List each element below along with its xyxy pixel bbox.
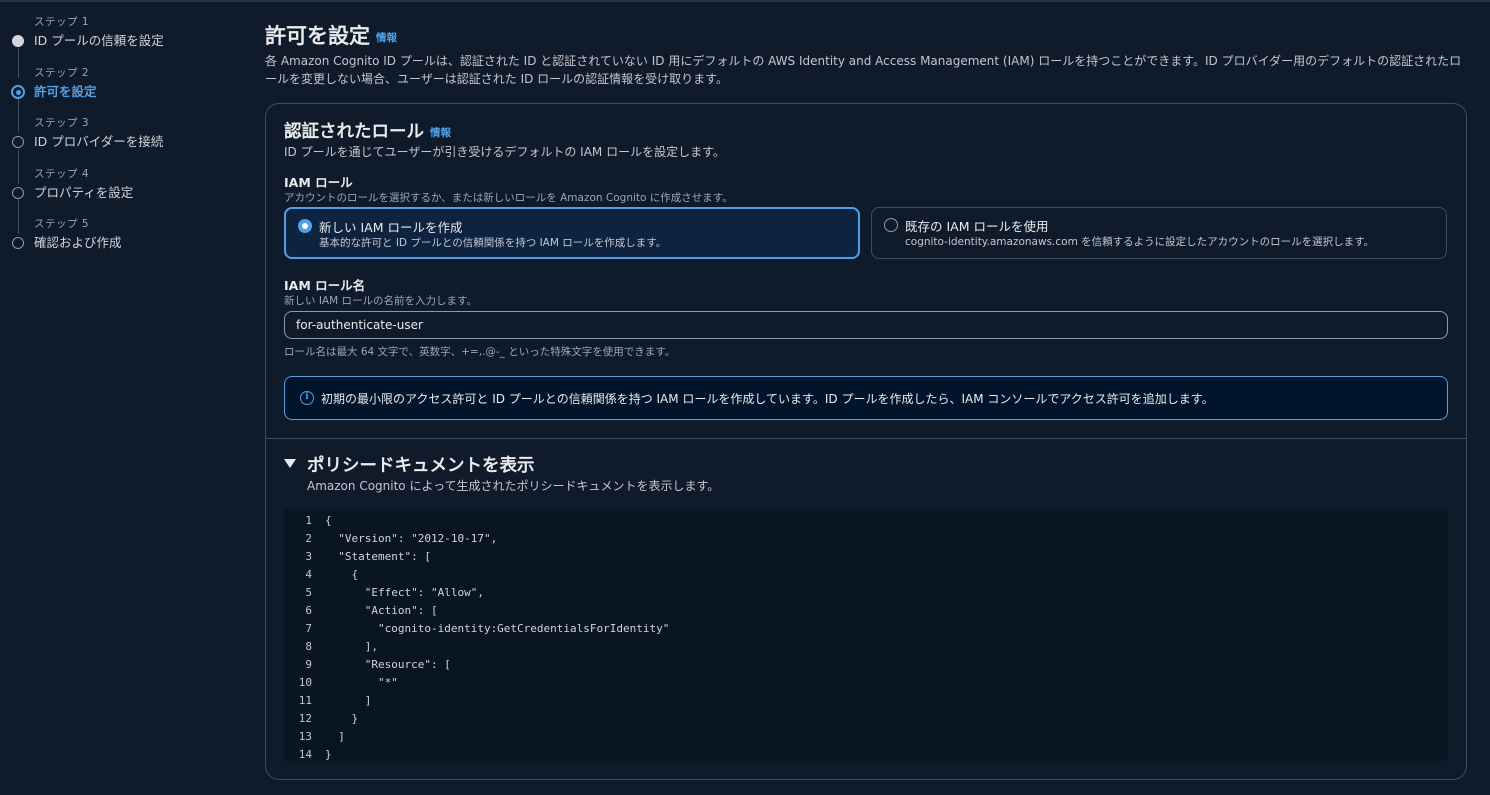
code-line: 10 "*"	[284, 674, 1448, 692]
iam-role-label: IAM ロール	[284, 175, 353, 190]
code-line: 14}	[284, 746, 1448, 764]
iam-role-description: アカウントのロールを選択するか、または新しいロールを Amazon Cognit…	[284, 192, 733, 204]
step-label: ステップ 3	[34, 117, 90, 129]
radio-selected-icon[interactable]	[298, 219, 312, 233]
code-line: 8 ],	[284, 638, 1448, 656]
caret-down-icon[interactable]	[284, 459, 296, 468]
line-content: "Action": [	[325, 604, 438, 617]
step-title: ID プロバイダーを接続	[34, 134, 164, 149]
code-line: 12 }	[284, 710, 1448, 728]
use-existing-role-option[interactable]: 既存の IAM ロールを使用 cognito-identity.amazonaw…	[871, 207, 1447, 259]
line-content: "Effect": "Allow",	[325, 586, 484, 599]
option-description: cognito-identity.amazonaws.com を信頼するように設…	[905, 236, 1375, 248]
code-line: 4 {	[284, 566, 1448, 584]
line-number: 1	[305, 514, 312, 527]
step-label: ステップ 4	[34, 168, 90, 180]
step-4: ステップ 4 プロパティを設定	[0, 166, 240, 216]
step-title: 許可を設定	[34, 84, 97, 99]
line-number: 9	[305, 658, 312, 671]
step-pending-icon	[12, 187, 24, 199]
line-number: 7	[305, 622, 312, 635]
code-line: 3 "Statement": [	[284, 548, 1448, 566]
option-title: 既存の IAM ロールを使用	[905, 219, 1049, 234]
code-line: 7 "cognito-identity:GetCredentialsForIde…	[284, 620, 1448, 638]
section-divider	[266, 438, 1466, 439]
line-content: ]	[325, 694, 372, 707]
step-label: ステップ 2	[34, 67, 90, 79]
line-content: {	[325, 514, 332, 527]
info-icon: i	[300, 391, 314, 405]
policy-code-viewer: 1{ 2 "Version": "2012-10-17", 3 "Stateme…	[284, 509, 1448, 761]
create-new-role-option[interactable]: 新しい IAM ロールを作成 基本的な許可と ID プールとの信頼関係を持つ I…	[284, 207, 860, 259]
page-title: 許可を設定 情報	[265, 20, 397, 50]
authenticated-role-panel: 認証されたロール 情報 ID プールを通じてユーザーが引き受けるデフォルトの IA…	[265, 103, 1467, 780]
step-label: ステップ 1	[34, 16, 90, 28]
info-link[interactable]: 情報	[376, 32, 397, 44]
line-content: "cognito-identity:GetCredentialsForIdent…	[325, 622, 670, 635]
line-content: }	[325, 748, 332, 761]
wizard-steps: ステップ 1 ID プールの信頼を設定 ステップ 2 許可を設定 ステップ 3 …	[0, 0, 240, 795]
line-content: ],	[325, 640, 378, 653]
main-content: 許可を設定 情報 各 Amazon Cognito ID プールは、認証された I…	[265, 0, 1467, 795]
option-title: 新しい IAM ロールを作成	[319, 220, 463, 235]
step-label: ステップ 5	[34, 218, 90, 230]
code-line: 9 "Resource": [	[284, 656, 1448, 674]
expander-title[interactable]: ポリシードキュメントを表示	[307, 452, 535, 477]
role-name-constraint: ロール名は最大 64 文字で、英数字、+=,.@-_ といった特殊文字を使用でき…	[284, 346, 676, 358]
step-2: ステップ 2 許可を設定	[0, 65, 240, 115]
line-number: 10	[298, 676, 312, 689]
line-content: {	[325, 568, 359, 581]
alert-text: 初期の最小限のアクセス許可と ID プールとの信頼関係を持つ IAM ロールを作…	[321, 392, 1214, 406]
page-description: 各 Amazon Cognito ID プールは、認証された ID と認証されて…	[265, 54, 1462, 86]
step-5: ステップ 5 確認および作成	[0, 216, 240, 266]
section-description: ID プールを通じてユーザーが引き受けるデフォルトの IAM ロールを設定します…	[284, 145, 725, 159]
line-number: 3	[305, 550, 312, 563]
code-line: 6 "Action": [	[284, 602, 1448, 620]
info-link[interactable]: 情報	[430, 127, 451, 139]
info-alert: i 初期の最小限のアクセス許可と ID プールとの信頼関係を持つ IAM ロール…	[284, 376, 1448, 420]
step-3: ステップ 3 ID プロバイダーを接続	[0, 115, 240, 165]
code-line: 11 ]	[284, 692, 1448, 710]
line-content: "*"	[325, 676, 398, 689]
code-line: 5 "Effect": "Allow",	[284, 584, 1448, 602]
line-number: 2	[305, 532, 312, 545]
step-pending-icon	[12, 136, 24, 148]
line-content: "Statement": [	[325, 550, 431, 563]
section-title-text: 認証されたロール	[284, 122, 424, 142]
role-name-label: IAM ロール名	[284, 278, 366, 293]
line-number: 12	[298, 712, 312, 725]
code-line: 13 ]	[284, 728, 1448, 746]
section-title: 認証されたロール 情報	[284, 118, 451, 143]
expander-description: Amazon Cognito によって生成されたポリシードキュメントを表示します…	[307, 479, 720, 493]
page-title-text: 許可を設定	[265, 24, 370, 48]
radio-unselected-icon[interactable]	[884, 218, 898, 232]
line-number: 6	[305, 604, 312, 617]
step-current-icon	[11, 85, 25, 99]
line-number: 8	[305, 640, 312, 653]
line-content: "Version": "2012-10-17",	[325, 532, 498, 545]
step-title: 確認および作成	[34, 235, 122, 250]
line-number: 5	[305, 586, 312, 599]
line-number: 14	[298, 748, 312, 761]
step-title[interactable]: ID プールの信頼を設定	[34, 30, 164, 49]
code-line: 2 "Version": "2012-10-17",	[284, 530, 1448, 548]
step-pending-icon	[12, 237, 24, 249]
code-line: 1{	[284, 512, 1448, 530]
step-1[interactable]: ステップ 1 ID プールの信頼を設定	[0, 14, 240, 64]
role-name-description: 新しい IAM ロールの名前を入力します。	[284, 295, 477, 307]
option-description: 基本的な許可と ID プールとの信頼関係を持つ IAM ロールを作成します。	[319, 237, 667, 249]
line-number: 11	[298, 694, 312, 707]
line-content: }	[325, 712, 359, 725]
step-completed-icon	[12, 35, 24, 47]
line-content: "Resource": [	[325, 658, 451, 671]
line-number: 4	[305, 568, 312, 581]
step-title: プロパティを設定	[34, 185, 134, 200]
line-number: 13	[298, 730, 312, 743]
line-content: ]	[325, 730, 345, 743]
role-name-input[interactable]	[284, 311, 1448, 339]
